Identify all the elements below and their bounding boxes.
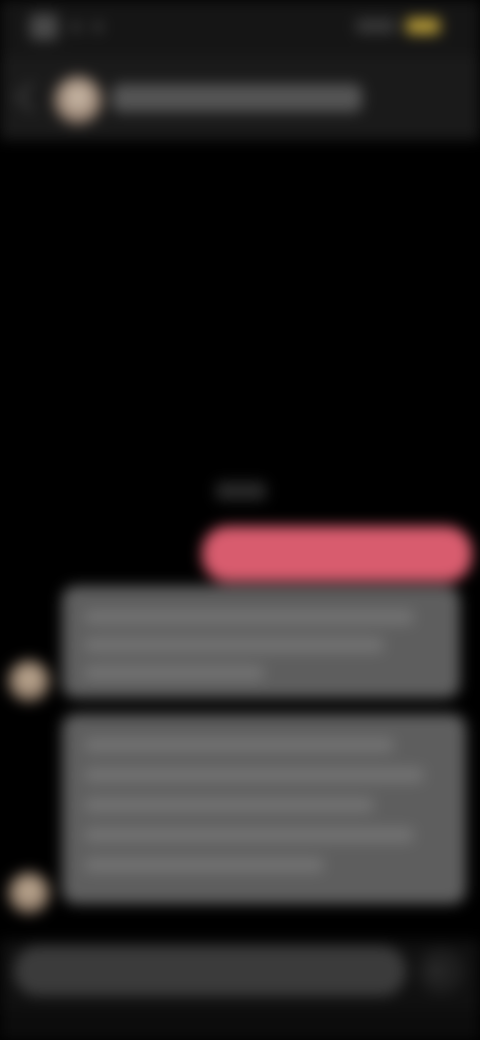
- message-input[interactable]: [14, 946, 406, 996]
- contact-avatar[interactable]: [54, 76, 102, 124]
- text-line: [84, 666, 264, 680]
- status-bar: [0, 0, 480, 56]
- chevron-left-icon[interactable]: [15, 81, 47, 113]
- incoming-message-bubble[interactable]: [62, 586, 460, 698]
- text-line: [84, 828, 414, 842]
- signal-icon: [356, 19, 396, 33]
- incoming-message-bubble[interactable]: [62, 714, 466, 904]
- notification-dot-icon: [72, 23, 80, 31]
- text-line: [84, 858, 324, 872]
- battery-icon: [406, 18, 440, 34]
- status-bar-left: [30, 14, 102, 40]
- text-line: [84, 768, 424, 782]
- chat-screen: [0, 0, 480, 1040]
- outgoing-message-bubble[interactable]: [202, 526, 472, 582]
- send-button[interactable]: [418, 948, 464, 994]
- status-bar-right: [356, 18, 440, 34]
- text-line: [84, 738, 394, 752]
- chat-header: [0, 56, 480, 140]
- contact-avatar[interactable]: [8, 660, 50, 702]
- send-icon: [432, 962, 448, 980]
- text-line: [84, 610, 414, 624]
- text-line: [84, 798, 374, 812]
- text-line: [84, 638, 384, 652]
- notification-dot-icon: [94, 23, 102, 31]
- status-time: [30, 14, 58, 40]
- message-list[interactable]: [0, 140, 480, 940]
- home-indicator: [0, 1010, 480, 1040]
- contact-avatar[interactable]: [8, 872, 50, 914]
- composer-bar: [0, 940, 480, 1040]
- message-timestamp: [216, 482, 266, 500]
- contact-name[interactable]: [112, 84, 362, 112]
